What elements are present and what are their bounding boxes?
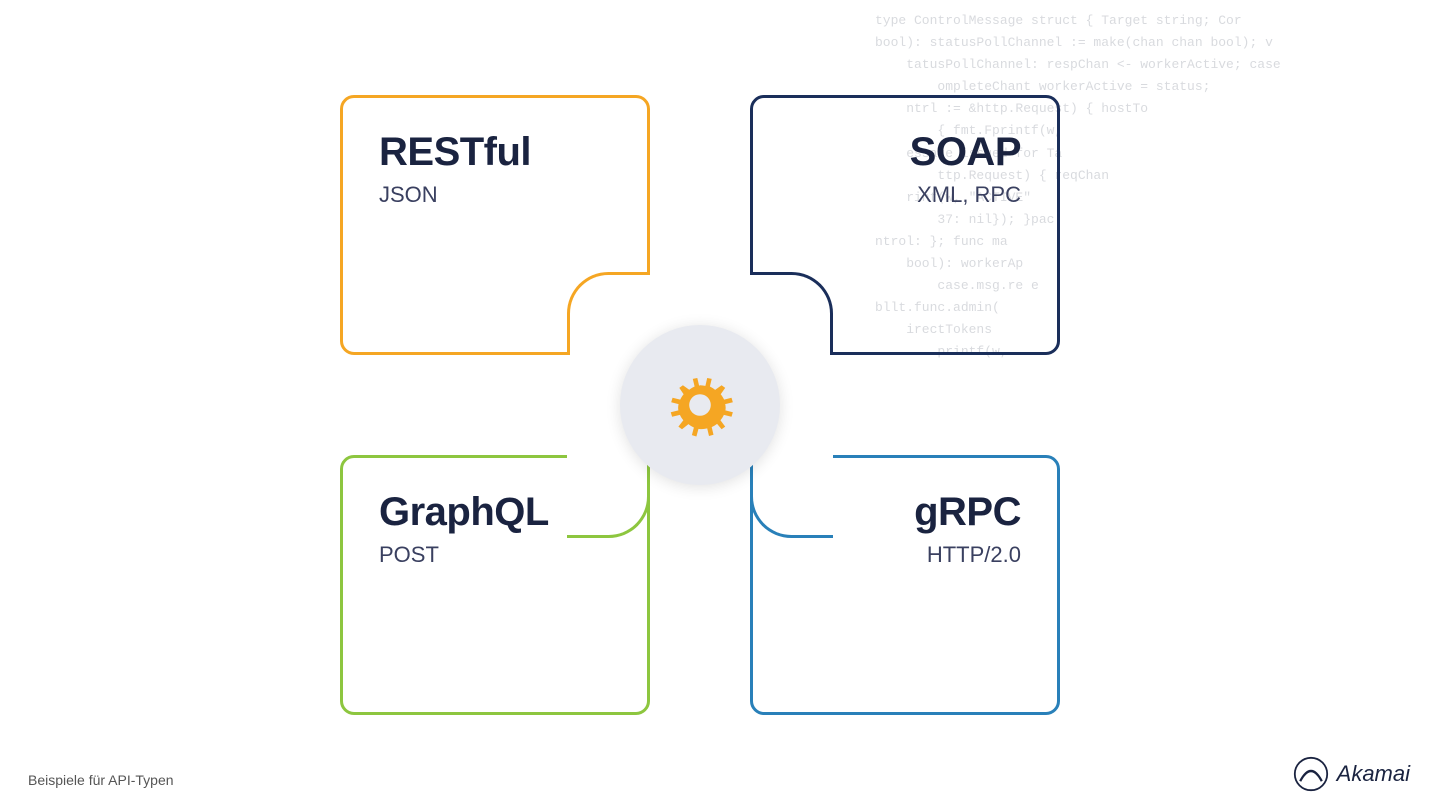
- restful-title: RESTful: [379, 130, 611, 174]
- akamai-logo-icon: [1293, 756, 1329, 792]
- soap-title: SOAP: [789, 130, 1021, 174]
- footer-caption: Beispiele für API-Typen: [28, 772, 174, 788]
- center-circle: [620, 325, 780, 485]
- api-diagram: RESTful JSON SOAP XML, RPC GraphQL POST …: [340, 95, 1060, 715]
- graphql-title: GraphQL: [379, 490, 611, 534]
- grpc-box: gRPC HTTP/2.0: [750, 455, 1060, 715]
- grpc-title: gRPC: [789, 490, 1021, 534]
- soap-box: SOAP XML, RPC: [750, 95, 1060, 355]
- akamai-brand-name: Akamai: [1337, 761, 1410, 787]
- soap-subtitle: XML, RPC: [789, 182, 1021, 208]
- restful-subtitle: JSON: [379, 182, 611, 208]
- akamai-logo: Akamai: [1293, 756, 1410, 792]
- graphql-subtitle: POST: [379, 542, 611, 568]
- graphql-box: GraphQL POST: [340, 455, 650, 715]
- restful-box: RESTful JSON: [340, 95, 650, 355]
- grpc-subtitle: HTTP/2.0: [789, 542, 1021, 568]
- gear-icon: [655, 360, 745, 450]
- main-content: RESTful JSON SOAP XML, RPC GraphQL POST …: [0, 0, 1440, 810]
